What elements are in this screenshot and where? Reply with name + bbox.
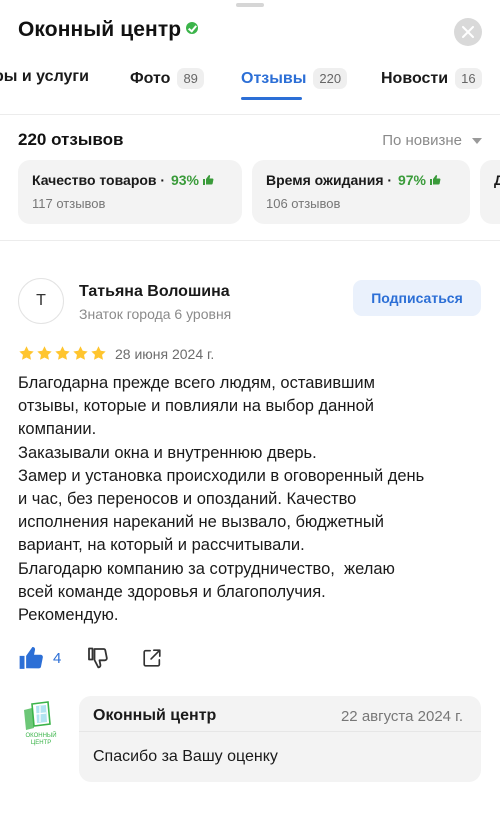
active-tab-indicator <box>241 97 302 100</box>
close-icon <box>462 26 474 38</box>
star-icon <box>19 346 34 360</box>
close-button[interactable] <box>454 18 482 46</box>
divider <box>0 114 500 115</box>
chip-subtitle: 106 отзывов <box>266 196 341 211</box>
review-actions: 4 <box>18 645 163 671</box>
review-date: 28 июня 2024 г. <box>115 345 215 362</box>
chip-title: Качество товаров <box>32 172 157 188</box>
tab-count: 89 <box>177 68 204 89</box>
review-author-level: Знаток города 6 уровня <box>79 306 232 322</box>
review-text-line: Благодарю компанию за сотрудничество, же… <box>18 559 395 578</box>
tab-reviews[interactable]: Отзывы 220 <box>241 68 348 89</box>
like-count: 4 <box>53 649 62 667</box>
review-text-line: и час, без переносов и опозданий. Качест… <box>18 490 357 509</box>
drag-handle[interactable] <box>236 3 264 7</box>
review-text-line: отзывы, которые и повлияли на выбор данн… <box>18 397 374 416</box>
sort-dropdown[interactable]: По новизне <box>382 132 482 149</box>
star-icon <box>37 346 52 360</box>
share-icon[interactable] <box>141 647 163 669</box>
review-text-line: Рекомендую. <box>18 606 119 625</box>
avatar[interactable]: Т <box>18 278 64 324</box>
reviews-count: 220 отзывов <box>18 130 124 149</box>
review-rating-row: 28 июня 2024 г. <box>18 345 214 362</box>
tab-label: Новости <box>381 69 449 87</box>
chip-title: Д <box>494 172 500 188</box>
aspect-chips: Качество товаров · 93% 117 отзывов Время… <box>18 160 500 226</box>
thumbs-down-icon[interactable] <box>85 646 109 670</box>
chip-title: Время ожидания <box>266 172 384 188</box>
review-text-line: вариант, на который и рассчитывали. <box>18 536 305 555</box>
tab-count: 16 <box>455 68 482 89</box>
thumbs-up-icon <box>429 175 441 185</box>
review-text-line: исполнения нареканий не вызвало, бюджетн… <box>18 513 384 532</box>
tab-label: ры и услуги <box>0 68 89 85</box>
review-text-line: компании. <box>18 420 97 439</box>
star-icon <box>55 346 70 360</box>
reply-organization-name[interactable]: Оконный центр <box>93 707 216 725</box>
review-text-line: Замер и установка происходили в оговорен… <box>18 466 425 485</box>
star-icon <box>91 346 106 360</box>
page-title: Оконный центр <box>18 18 182 41</box>
logo-text: ЦЕНТР <box>31 740 51 746</box>
reply-text: Спасибо за Вашу оценку <box>93 748 278 765</box>
verified-badge-icon <box>186 22 199 34</box>
tab-count: 220 <box>313 68 348 89</box>
chip-subtitle: 117 отзывов <box>32 196 106 211</box>
review-text-line: Благодарна прежде всего людям, оставивши… <box>18 374 375 392</box>
divider <box>0 240 500 241</box>
avatar-letter: Т <box>36 292 46 309</box>
reply-date: 22 августа 2024 г. <box>340 708 463 725</box>
tab-products-services[interactable]: ры и услуги <box>0 68 89 86</box>
chevron-down-icon <box>472 137 482 144</box>
organization-reply: Оконный центр 22 августа 2024 г. Спасибо… <box>79 696 481 782</box>
organization-logo[interactable]: ОКОННЫЙ ЦЕНТР <box>18 700 64 746</box>
subscribe-button[interactable]: Подписаться <box>353 280 481 316</box>
aspect-chip-quality[interactable]: Качество товаров · 93% 117 отзывов <box>18 160 242 224</box>
thumbs-up-icon <box>203 175 214 185</box>
tab-photos[interactable]: Фото 89 <box>130 68 204 89</box>
review-text-line: Заказывали окна и внутреннюю дверь. <box>18 443 317 462</box>
sort-label: По новизне <box>382 132 462 149</box>
aspect-chip-waiting-time[interactable]: Время ожидания · 97% 106 отзывов <box>252 160 470 224</box>
reply-header: Оконный центр 22 августа 2024 г. <box>79 696 481 732</box>
tab-label: Фото <box>130 69 171 87</box>
review-body: Благодарна прежде всего людям, оставивши… <box>18 372 478 627</box>
tab-label: Отзывы <box>241 69 307 87</box>
chip-percent: 93% <box>170 172 200 188</box>
thumbs-up-icon[interactable] <box>18 645 44 671</box>
tabs-bar: ры и услуги Фото 89 Отзывы 220 Новости 1… <box>0 64 500 104</box>
review-author-name[interactable]: Татьяна Волошина <box>79 283 230 301</box>
star-icon <box>73 346 88 360</box>
rating-stars <box>18 345 107 362</box>
aspect-chip-more[interactable]: Д <box>480 160 500 224</box>
header: Оконный центр <box>18 18 482 50</box>
tab-news[interactable]: Новости 16 <box>381 68 482 89</box>
logo-text: ОКОННЫЙ <box>25 731 56 739</box>
chip-percent: 97% <box>397 172 426 188</box>
review-text-line: всей команде здоровья и благополучия. <box>18 582 326 601</box>
